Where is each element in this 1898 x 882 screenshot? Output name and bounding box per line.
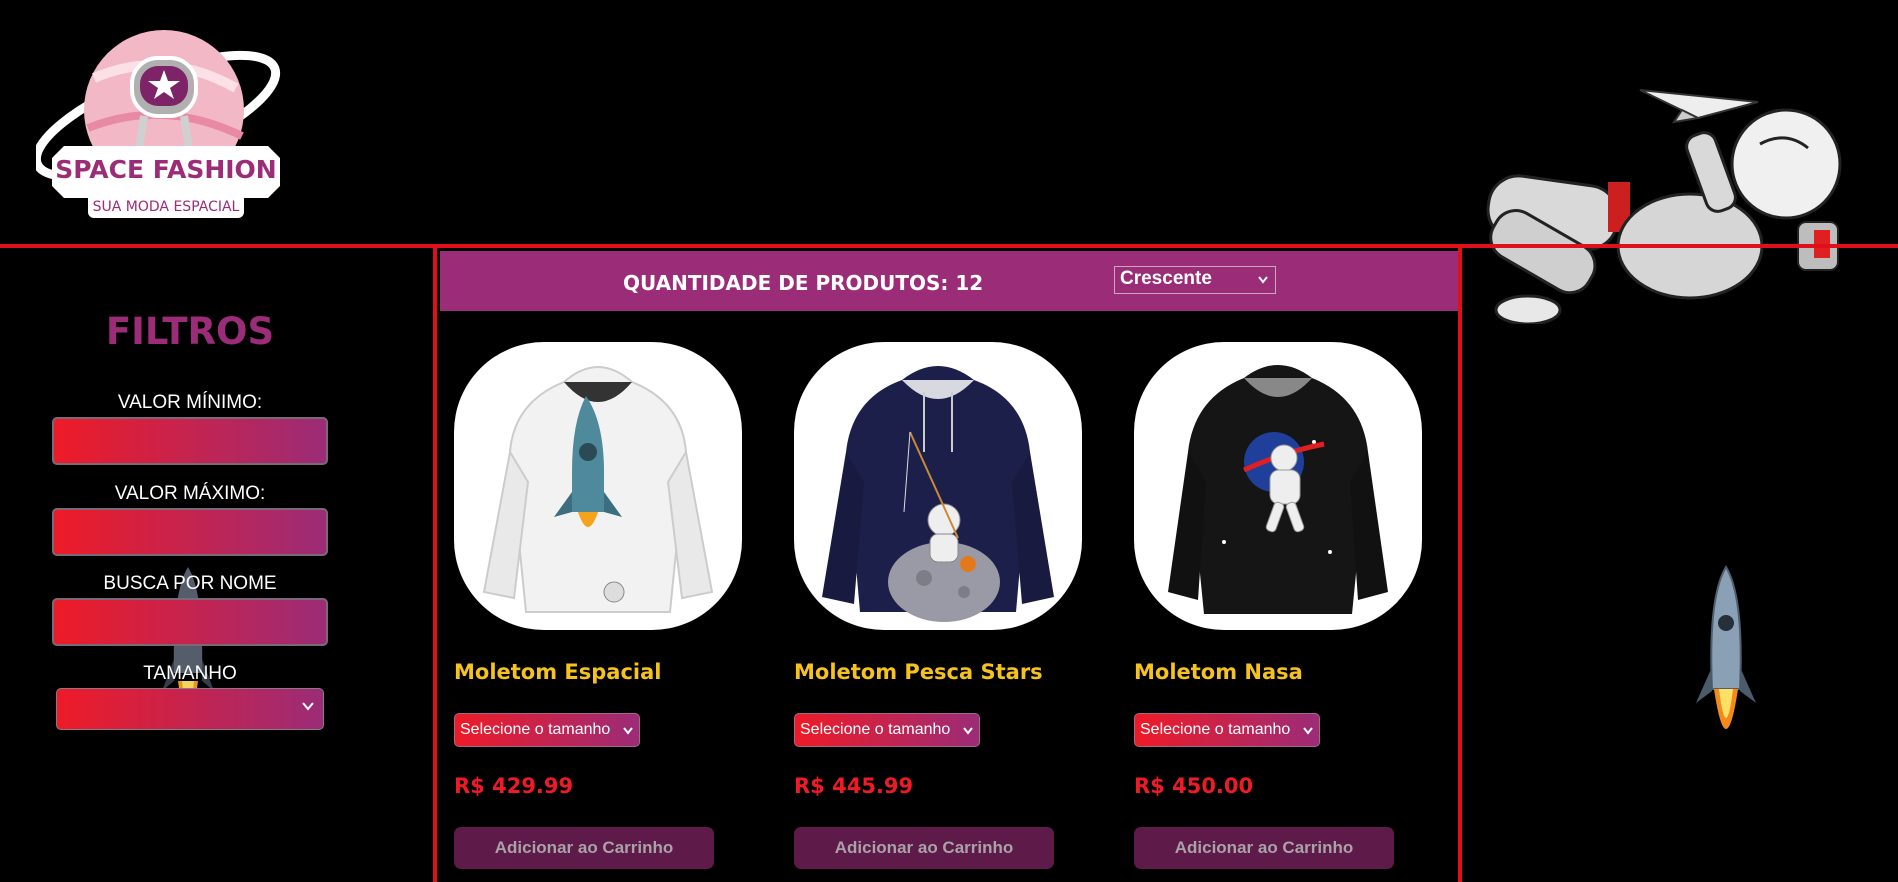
sort-select[interactable]: Crescente bbox=[1114, 266, 1276, 294]
add-to-cart-button[interactable]: Adicionar ao Carrinho bbox=[454, 827, 714, 869]
name-search-input[interactable] bbox=[52, 598, 328, 646]
hoodie-image bbox=[482, 366, 714, 613]
min-value-input[interactable] bbox=[52, 417, 328, 465]
name-search-label: BUSCA POR NOME bbox=[103, 573, 277, 594]
filters-title: FILTROS bbox=[105, 310, 275, 353]
chevron-down-icon bbox=[1303, 727, 1313, 735]
product-card: Moletom Nasa Selecione o tamanho R$ 450.… bbox=[1120, 340, 1422, 882]
main-left-border bbox=[433, 248, 437, 882]
product-size-select[interactable]: Selecione o tamanho bbox=[1134, 713, 1320, 747]
chevron-down-icon bbox=[1258, 276, 1268, 284]
add-to-cart-button[interactable]: Adicionar ao Carrinho bbox=[794, 827, 1054, 869]
product-price: R$ 445.99 bbox=[794, 774, 914, 798]
size-filter-select[interactable] bbox=[56, 688, 324, 730]
product-card: Moletom Espacial Selecione o tamanho R$ … bbox=[440, 340, 742, 882]
hoodie-image bbox=[1168, 365, 1388, 614]
flying-astronaut-illustration bbox=[1486, 89, 1842, 324]
product-image-navy-hoodie[interactable] bbox=[794, 342, 1082, 630]
product-card: Moletom Pesca Stars Selecione o tamanho … bbox=[780, 340, 1082, 882]
rocket-illustration bbox=[1696, 565, 1756, 729]
product-image-white-hoodie[interactable] bbox=[454, 342, 742, 630]
product-name: Moletom Espacial bbox=[454, 660, 662, 684]
product-name: Moletom Nasa bbox=[1134, 660, 1303, 684]
add-to-cart-button[interactable]: Adicionar ao Carrinho bbox=[1134, 827, 1394, 869]
size-filter-label: TAMANHO bbox=[143, 663, 237, 684]
chevron-down-icon bbox=[963, 727, 973, 735]
sort-selected-value: Crescente bbox=[1120, 268, 1212, 289]
chevron-down-icon bbox=[623, 727, 633, 735]
product-image-black-hoodie[interactable] bbox=[1134, 342, 1422, 630]
space-fashion-logo[interactable]: SPACE FASHION SUA MODA ESPACIAL bbox=[36, 18, 292, 230]
chevron-down-icon bbox=[302, 702, 314, 711]
main-right-border bbox=[1458, 248, 1462, 882]
product-name: Moletom Pesca Stars bbox=[794, 660, 1043, 684]
product-size-select[interactable]: Selecione o tamanho bbox=[794, 713, 980, 747]
hoodie-image bbox=[822, 366, 1054, 622]
product-count: QUANTIDADE DE PRODUTOS: 12 bbox=[623, 271, 984, 295]
max-value-input[interactable] bbox=[52, 508, 328, 556]
logo-tagline: SUA MODA ESPACIAL bbox=[93, 199, 240, 215]
logo-wordmark: SPACE FASHION bbox=[55, 155, 276, 184]
min-value-label: VALOR MÍNIMO: bbox=[117, 392, 263, 413]
product-size-select[interactable]: Selecione o tamanho bbox=[454, 713, 640, 747]
product-price: R$ 450.00 bbox=[1134, 774, 1254, 798]
max-value-label: VALOR MÁXIMO: bbox=[114, 483, 266, 504]
product-price: R$ 429.99 bbox=[454, 774, 574, 798]
